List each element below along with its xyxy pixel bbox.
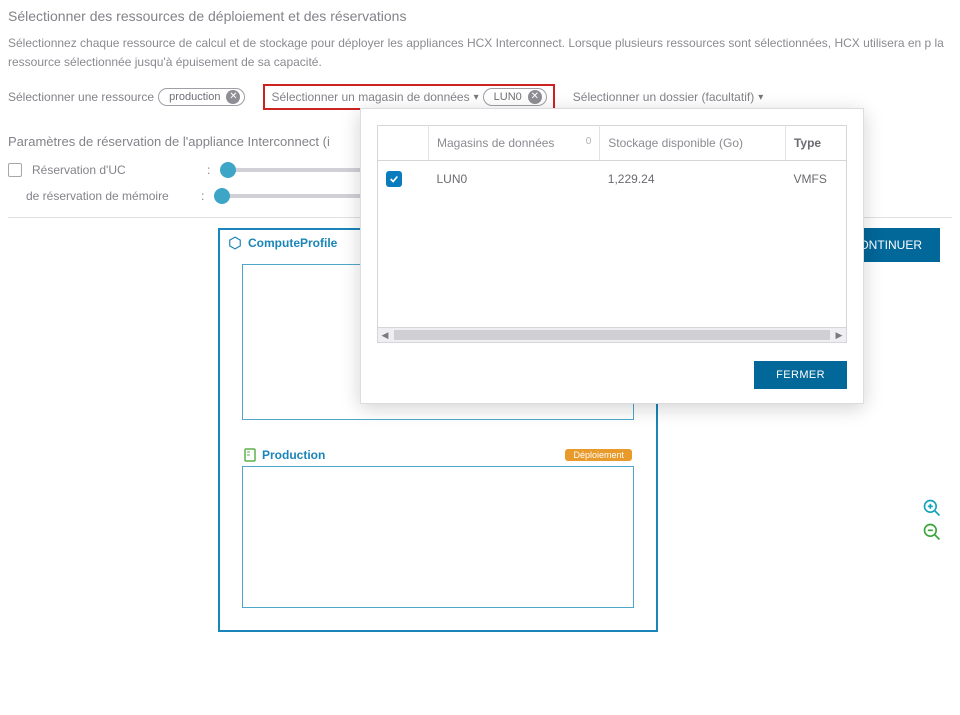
- production-box: [242, 466, 634, 608]
- folder-label: Sélectionner un dossier (facultatif): [573, 90, 754, 104]
- zoom-in-icon[interactable]: [922, 498, 942, 518]
- col-checkbox: [378, 126, 429, 161]
- col-name[interactable]: Magasins de données0: [429, 126, 600, 161]
- cpu-icon: [8, 163, 22, 177]
- cpu-slider[interactable]: [220, 168, 370, 172]
- server-icon: [244, 448, 256, 462]
- resource-selector[interactable]: Sélectionner une ressource production ✕: [8, 88, 245, 106]
- col-type[interactable]: Type: [785, 126, 846, 161]
- datastore-popover: Magasins de données0 Stockage disponible…: [360, 108, 864, 404]
- production-label: Production: [262, 448, 325, 462]
- close-button[interactable]: FERMER: [754, 361, 847, 389]
- selector-row: Sélectionner une ressource production ✕ …: [8, 84, 952, 110]
- zoom-out-icon[interactable]: [922, 522, 942, 542]
- close-icon[interactable]: ✕: [528, 90, 542, 104]
- sort-order: 0: [586, 136, 592, 147]
- cell-name: LUN0: [429, 161, 600, 198]
- page-title: Sélectionner des ressources de déploieme…: [8, 8, 952, 24]
- chevron-down-icon: ▾: [474, 92, 479, 103]
- datastore-chip-label: LUN0: [494, 91, 522, 103]
- resource-chip-label: production: [169, 91, 220, 103]
- datastore-label: Sélectionner un magasin de données: [271, 90, 469, 104]
- horizontal-scrollbar[interactable]: ◀ ▶: [377, 328, 847, 343]
- scroll-left-icon[interactable]: ◀: [378, 330, 392, 341]
- scroll-right-icon[interactable]: ▶: [832, 330, 846, 341]
- scroll-thumb[interactable]: [394, 330, 830, 340]
- zoom-controls: [922, 498, 942, 542]
- col-storage[interactable]: Stockage disponible (Go): [600, 126, 786, 161]
- datastore-chip[interactable]: LUN0 ✕: [483, 88, 547, 106]
- deployment-badge: Déploiement: [565, 449, 632, 461]
- cell-storage: 1,229.24: [600, 161, 786, 198]
- cpu-label: Réservation d'UC: [32, 163, 197, 177]
- datastore-table: Magasins de données0 Stockage disponible…: [377, 125, 847, 328]
- cell-type: VMFS: [785, 161, 846, 198]
- close-icon[interactable]: ✕: [226, 90, 240, 104]
- compute-profile-label: ComputeProfile: [248, 236, 337, 250]
- resource-label: Sélectionner une ressource: [8, 90, 154, 104]
- page-description: Sélectionnez chaque ressource de calcul …: [8, 34, 952, 72]
- row-checkbox[interactable]: [386, 171, 402, 187]
- resource-chip[interactable]: production ✕: [158, 88, 245, 106]
- memory-slider[interactable]: [214, 194, 364, 198]
- hexagon-icon: [228, 236, 242, 250]
- folder-selector[interactable]: Sélectionner un dossier (facultatif) ▾: [573, 90, 763, 104]
- table-row[interactable]: LUN0 1,229.24 VMFS: [378, 161, 847, 198]
- memory-label: de réservation de mémoire: [26, 189, 191, 203]
- datastore-selector[interactable]: Sélectionner un magasin de données ▾ LUN…: [263, 84, 554, 110]
- chevron-down-icon: ▾: [758, 92, 763, 103]
